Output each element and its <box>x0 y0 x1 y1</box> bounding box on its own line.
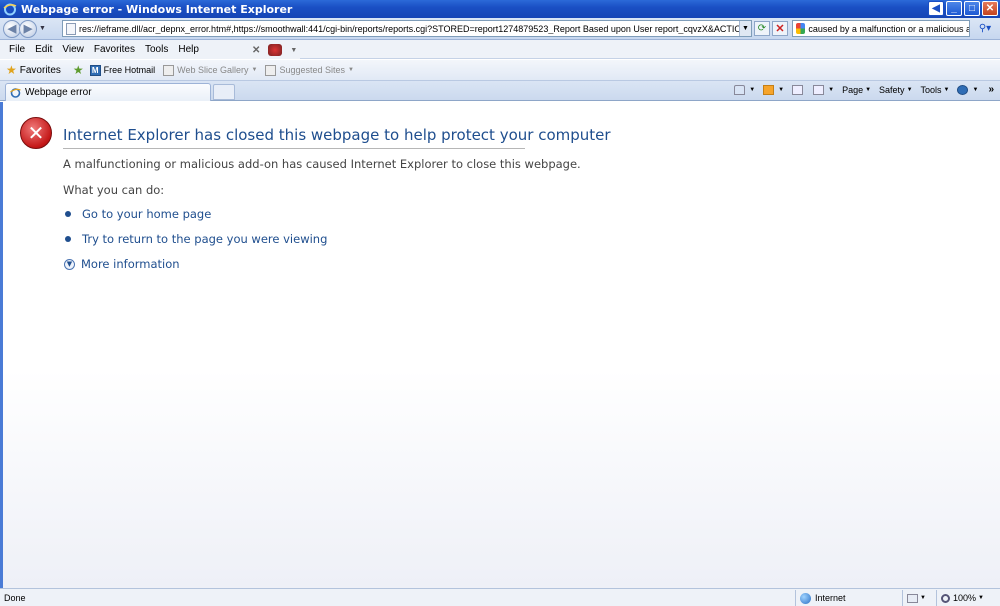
page-icon <box>66 22 76 35</box>
favorite-suggested-sites[interactable]: Suggested Sites ▼ <box>265 64 354 76</box>
bullet-icon <box>65 236 71 242</box>
close-toolbar-icon[interactable]: ✕ <box>252 45 260 56</box>
read-mail-button[interactable] <box>792 84 805 95</box>
window-title: Webpage error - Windows Internet Explore… <box>21 2 293 16</box>
return-to-page-link[interactable]: Try to return to the page you were viewi… <box>65 232 327 246</box>
favorites-bar: ★ Favorites ★ M Free Hotmail Web Slice G… <box>0 60 1000 81</box>
page-menu[interactable]: Page ▼ <box>842 85 871 95</box>
home-page-link[interactable]: Go to your home page <box>65 207 211 221</box>
menu-view[interactable]: View <box>62 44 84 55</box>
security-zone[interactable]: Internet <box>795 590 900 606</box>
search-input[interactable]: caused by a malfunction or a malicious a… <box>792 20 970 37</box>
hotmail-icon: M <box>89 64 101 76</box>
mail-icon <box>792 84 804 95</box>
addon-dropdown-icon[interactable]: ▼ <box>290 47 297 54</box>
menu-file[interactable]: File <box>9 44 25 55</box>
chevron-down-icon: ▼ <box>348 67 354 73</box>
zoom-level: 100% <box>953 593 977 603</box>
chevron-down-icon: ▼ <box>978 595 984 601</box>
ie-page-icon <box>265 64 277 76</box>
favorite-free-hotmail[interactable]: M Free Hotmail <box>89 64 156 76</box>
tools-menu[interactable]: Tools ▼ <box>921 85 950 95</box>
menu-tools[interactable]: Tools <box>145 44 168 55</box>
error-description: A malfunctioning or malicious add-on has… <box>63 157 581 171</box>
printer-icon <box>813 84 825 95</box>
refresh-button[interactable]: ⟳ <box>754 21 770 36</box>
favorite-label: Suggested Sites <box>279 65 346 75</box>
history-dropdown-icon[interactable]: ▼ <box>39 25 46 32</box>
addon-toolbar: ✕ ▼ <box>252 44 297 56</box>
globe-icon <box>800 592 811 604</box>
tab-webpage-error[interactable]: Webpage error <box>5 83 211 101</box>
what-you-can-do-heading: What you can do: <box>63 183 165 197</box>
close-button[interactable]: ✕ <box>982 1 998 16</box>
menu-edit[interactable]: Edit <box>35 44 52 55</box>
safety-menu[interactable]: Safety ▼ <box>879 85 912 95</box>
zoom-control[interactable]: 100% ▼ <box>936 590 984 606</box>
ie-logo-icon <box>3 3 17 16</box>
home-icon <box>734 84 746 95</box>
addon-icon[interactable] <box>268 44 283 56</box>
address-dropdown-icon[interactable]: ▼ <box>739 21 751 36</box>
protected-mode-indicator[interactable]: ▼ <box>902 590 936 606</box>
ie-page-icon <box>163 64 175 76</box>
divider <box>63 148 525 149</box>
address-url[interactable]: res://ieframe.dll/acr_depnx_error.htm#,h… <box>79 24 739 34</box>
favorite-label: Free Hotmail <box>103 65 156 75</box>
title-bar: Webpage error - Windows Internet Explore… <box>0 0 1000 18</box>
back-arrow-icon[interactable]: ◀ <box>928 1 944 16</box>
favorite-web-slice-gallery[interactable]: Web Slice Gallery ▼ <box>163 64 258 76</box>
add-to-favorites-bar-icon[interactable]: ★ <box>73 63 84 77</box>
chevron-down-icon: ▼ <box>251 67 258 73</box>
print-button[interactable]: ▼ <box>813 84 834 95</box>
address-bar[interactable]: res://ieframe.dll/acr_depnx_error.htm#,h… <box>62 20 752 37</box>
favorites-button[interactable]: Favorites <box>20 65 61 76</box>
favorites-star-icon[interactable]: ★ <box>6 63 17 77</box>
search-query[interactable]: caused by a malfunction or a malicious a… <box>808 24 969 34</box>
help-button[interactable]: ▼ <box>957 84 978 95</box>
navigation-bar: ◀ ▶ ▼ res://ieframe.dll/acr_depnx_error.… <box>0 18 1000 40</box>
zoom-icon <box>941 593 950 603</box>
protected-mode-icon <box>907 593 918 603</box>
forward-button[interactable]: ▶ <box>19 19 37 38</box>
maximize-button[interactable]: □ <box>964 1 980 16</box>
minimize-button[interactable]: _ <box>946 1 962 16</box>
rss-icon <box>763 84 775 95</box>
new-tab-button[interactable] <box>213 84 235 100</box>
command-bar: ▼ ▼ ▼ Page ▼ Safety ▼ Tools ▼ ▼ » <box>734 84 994 95</box>
more-information-link[interactable]: ▼ More information <box>64 257 180 271</box>
status-text: Done <box>4 592 26 603</box>
chevron-down-icon: ▼ <box>920 595 926 601</box>
tab-title: Webpage error <box>25 87 92 98</box>
page-content: ✕ Internet Explorer has closed this webp… <box>0 102 1000 588</box>
help-icon <box>957 84 969 95</box>
menu-help[interactable]: Help <box>178 44 199 55</box>
zone-label: Internet <box>815 593 846 603</box>
home-button[interactable]: ▼ <box>734 84 755 95</box>
search-icon[interactable]: ⚲▾ <box>973 21 997 36</box>
bullet-icon <box>65 211 71 217</box>
ie-logo-icon <box>10 88 21 98</box>
status-bar: Done Internet ▼ 100% ▼ <box>0 588 1000 606</box>
chevron-right-icon[interactable]: » <box>988 84 994 95</box>
error-icon: ✕ <box>20 117 52 149</box>
google-search-provider-icon[interactable] <box>796 23 806 34</box>
favorite-label: Web Slice Gallery <box>177 65 249 75</box>
chevron-down-icon[interactable]: ▼ <box>64 258 75 270</box>
stop-button[interactable]: ✕ <box>772 21 788 36</box>
error-title: Internet Explorer has closed this webpag… <box>63 126 611 144</box>
menu-favorites[interactable]: Favorites <box>94 44 135 55</box>
feeds-button[interactable]: ▼ <box>763 84 784 95</box>
